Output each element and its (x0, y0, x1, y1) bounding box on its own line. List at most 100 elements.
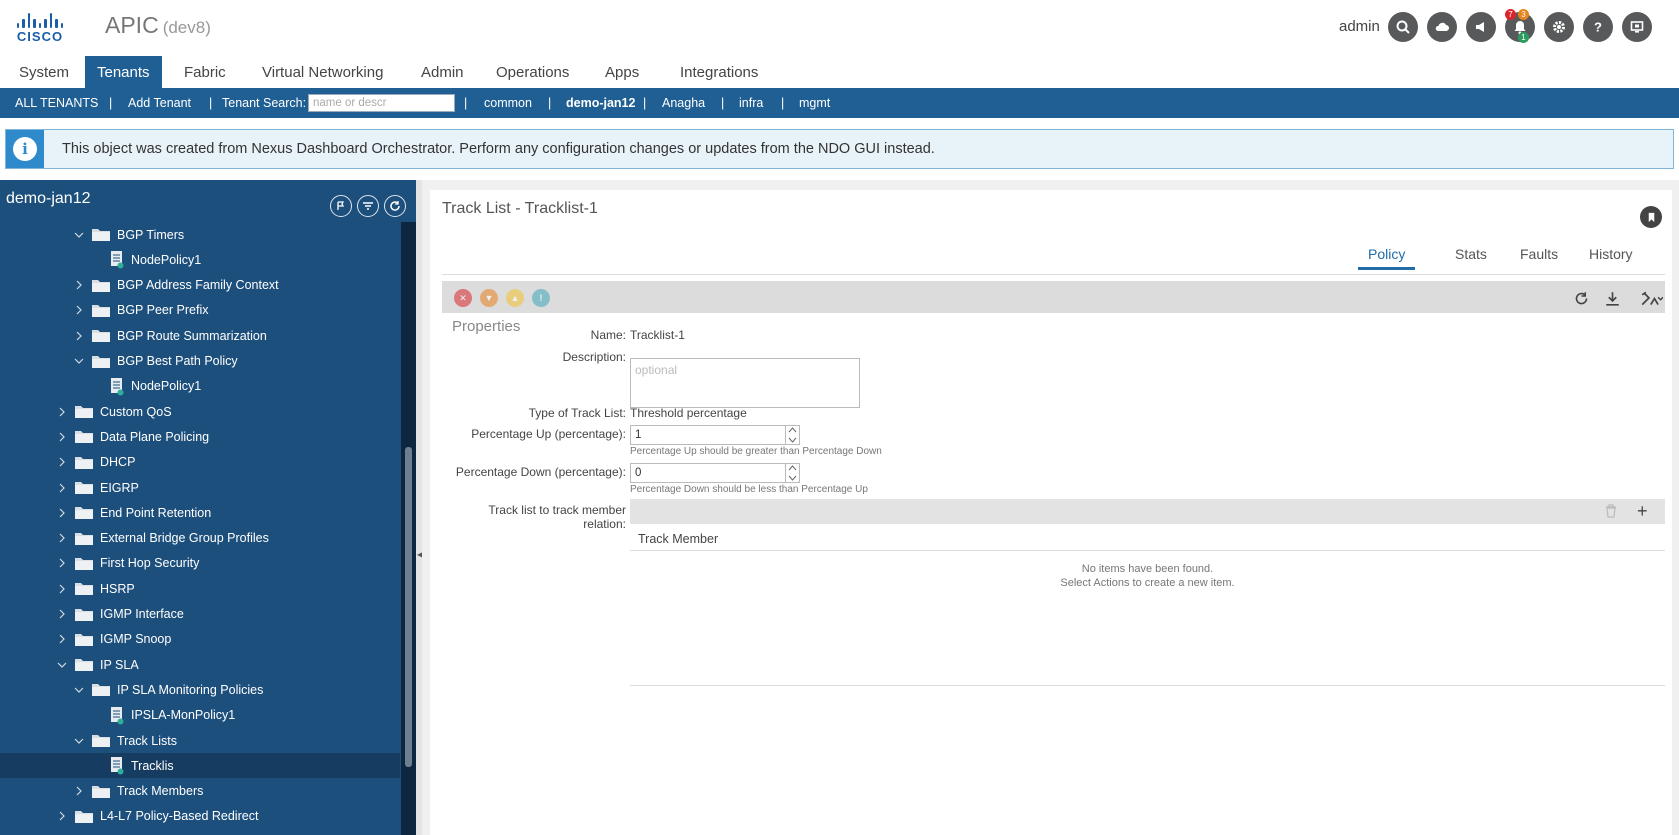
chevron-right-icon[interactable] (56, 608, 68, 620)
chevron-right-icon[interactable] (56, 557, 68, 569)
tenant-link-demo-jan12[interactable]: demo-jan12 (566, 88, 635, 118)
tree-folder[interactable]: Track Lists (0, 728, 400, 753)
tree-item[interactable]: NodePolicy1 (0, 247, 400, 272)
folder-icon (91, 303, 117, 318)
tree-folder[interactable]: Custom QoS (0, 399, 400, 424)
tenant-link-mgmt[interactable]: mgmt (799, 88, 830, 118)
type-label: Type of Track List: (528, 406, 626, 420)
subnav-separator: | (721, 96, 725, 110)
tenant-tree-title: demo-jan12 (6, 190, 91, 207)
gear-icon[interactable] (1544, 12, 1574, 42)
tree-node-label: NodePolicy1 (131, 379, 202, 394)
filter-icon[interactable] (357, 195, 379, 217)
tree-item[interactable]: IPSLA-MonPolicy1 (0, 703, 400, 728)
chevron-down-icon[interactable] (56, 659, 68, 671)
screen-icon[interactable] (1622, 12, 1652, 42)
percentage-up-hint: Percentage Up should be greater than Per… (630, 446, 882, 457)
tenant-link-infra[interactable]: infra (739, 88, 763, 118)
search-icon[interactable] (1388, 12, 1418, 42)
topology-icon[interactable] (330, 195, 352, 217)
chevron-down-icon[interactable] (73, 735, 85, 747)
chevron-right-icon[interactable] (73, 330, 85, 342)
tree-folder[interactable]: IGMP Interface (0, 602, 400, 627)
tenant-search-input[interactable] (308, 94, 455, 112)
chevron-right-icon[interactable] (56, 583, 68, 595)
chevron-right-icon[interactable] (56, 482, 68, 494)
user-name[interactable]: admin (1339, 18, 1380, 35)
tenant-link-anagha[interactable]: Anagha (662, 88, 705, 118)
chevron-right-icon[interactable] (56, 810, 68, 822)
folder-icon (74, 607, 100, 622)
tab-system[interactable]: System (7, 56, 81, 88)
bell-icon[interactable]: 7 3 1 (1505, 9, 1535, 43)
detail-panel: Track List - Tracklist-1 Policy Stats Fa… (422, 180, 1679, 835)
tab-admin[interactable]: Admin (409, 56, 476, 88)
chevron-right-icon[interactable] (56, 507, 68, 519)
trash-icon[interactable] (1605, 504, 1617, 523)
percentage-down-input[interactable] (630, 463, 798, 483)
cloud-icon[interactable] (1427, 12, 1457, 42)
tree-folder[interactable]: BGP Peer Prefix (0, 298, 400, 323)
tree-node-label: IPSLA-MonPolicy1 (131, 708, 236, 723)
tree-scrollbar[interactable] (401, 222, 416, 835)
chevron-right-icon[interactable] (56, 431, 68, 443)
tree-folder[interactable]: Track Members (0, 779, 400, 804)
tree-folder[interactable]: L4-L7 Policy-Based Redirect (0, 804, 400, 829)
folder-icon (91, 354, 117, 369)
tree-folder[interactable]: BGP Timers (0, 222, 400, 247)
tab-operations[interactable]: Operations (484, 56, 581, 88)
tab-fabric[interactable]: Fabric (172, 56, 238, 88)
tree-folder[interactable]: IP SLA Monitoring Policies (0, 677, 400, 702)
add-tenant-link[interactable]: Add Tenant (128, 88, 191, 118)
tree-folder[interactable]: End Point Retention (0, 500, 400, 525)
tree-item[interactable]: Tracklis (0, 753, 400, 779)
announcement-icon[interactable] (1466, 12, 1496, 42)
help-icon[interactable]: ? (1583, 12, 1613, 42)
tree-item[interactable]: NodePolicy1 (0, 374, 400, 399)
tree-folder[interactable]: IGMP Snoop (0, 627, 400, 652)
chevron-down-icon[interactable] (73, 684, 85, 696)
tenant-subnav: ALL TENANTS | Add Tenant | Tenant Search… (0, 88, 1679, 118)
tree-folder[interactable]: DHCP (0, 450, 400, 475)
chevron-right-icon[interactable] (73, 304, 85, 316)
tab-apps[interactable]: Apps (593, 56, 651, 88)
empty-hint: Select Actions to create a new item. (1060, 577, 1235, 589)
chevron-right-icon[interactable] (56, 406, 68, 418)
tree-folder[interactable]: BGP Best Path Policy (0, 349, 400, 374)
chevron-right-icon[interactable] (73, 785, 85, 797)
tree-folder[interactable]: External Bridge Group Profiles (0, 526, 400, 551)
tree-folder[interactable]: EIGRP (0, 475, 400, 500)
chevron-right-icon[interactable] (73, 279, 85, 291)
chevron-right-icon[interactable] (56, 532, 68, 544)
main-tabs: System Tenants Fabric Virtual Networking… (0, 56, 1679, 88)
tree-node-label: Tracklis (131, 758, 174, 773)
tab-integrations[interactable]: Integrations (668, 56, 770, 88)
subnav-separator: | (209, 96, 213, 110)
tree-folder[interactable]: IP SLA (0, 652, 400, 677)
add-icon[interactable]: + (1637, 502, 1648, 520)
tree-folder[interactable]: Data Plane Policing (0, 424, 400, 449)
folder-icon (74, 556, 100, 571)
folder-icon (74, 505, 100, 520)
percentage-up-input[interactable] (630, 425, 798, 445)
tree-folder[interactable]: BGP Route Summarization (0, 323, 400, 348)
percentage-down-stepper[interactable] (785, 463, 800, 483)
scrollbar-thumb[interactable] (405, 447, 412, 767)
tree-node-label: IP SLA Monitoring Policies (117, 682, 264, 697)
chevron-down-icon[interactable] (73, 229, 85, 241)
all-tenants-link[interactable]: ALL TENANTS (15, 88, 98, 118)
tenant-link-common[interactable]: common (484, 88, 532, 118)
tab-tenants[interactable]: Tenants (85, 56, 162, 88)
percentage-up-label: Percentage Up (percentage): (471, 427, 626, 441)
subnav-separator: | (109, 96, 113, 110)
tree-folder[interactable]: BGP Address Family Context (0, 273, 400, 298)
chevron-right-icon[interactable] (56, 456, 68, 468)
refresh-icon[interactable] (384, 195, 406, 217)
tree-folder[interactable]: HSRP (0, 576, 400, 601)
chevron-right-icon[interactable] (56, 633, 68, 645)
tab-virtual-networking[interactable]: Virtual Networking (250, 56, 395, 88)
chevron-down-icon[interactable] (73, 355, 85, 367)
percentage-up-stepper[interactable] (785, 425, 800, 445)
description-field[interactable] (630, 358, 860, 408)
tree-folder[interactable]: First Hop Security (0, 551, 400, 576)
